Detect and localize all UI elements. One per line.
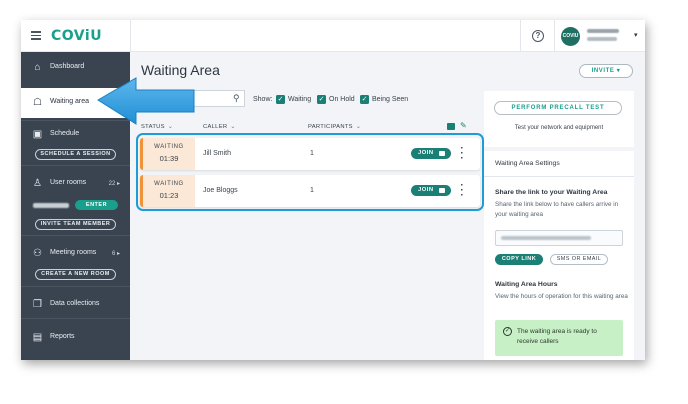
sidebar-item-meeting-rooms[interactable]: ⚇ Meeting rooms 6 ▸: [21, 241, 130, 267]
invite-button[interactable]: INVITE ▾: [579, 64, 633, 78]
chat-icon[interactable]: [447, 123, 455, 130]
link-redacted: [501, 236, 591, 240]
user-name-redacted: [587, 29, 619, 33]
column-header-label: CALLER: [203, 124, 228, 130]
sidebar-item-data-collections[interactable]: ❐ Data collections: [21, 292, 130, 318]
show-filter-label: Show:: [253, 96, 273, 103]
avatar[interactable]: COVIU: [561, 27, 580, 46]
precall-card: [484, 91, 634, 147]
search-icon[interactable]: ⚲: [233, 93, 240, 104]
settings-title: Waiting Area Settings: [495, 160, 560, 167]
waiting-area-icon: ☖: [33, 97, 42, 108]
enter-room-button[interactable]: ENTER: [75, 200, 118, 210]
divider: [21, 286, 130, 287]
user-rooms-count: 22 ▸: [108, 181, 120, 187]
coviu-logo[interactable]: COViU: [51, 28, 102, 44]
filter-label: Waiting: [288, 96, 312, 103]
divider: [21, 318, 130, 319]
divider: [130, 20, 131, 52]
sidebar-item-label: Dashboard: [50, 63, 85, 70]
sidebar-item-label: Reports: [50, 333, 75, 340]
calendar-icon: ▣: [32, 129, 43, 140]
filter-label: Being Seen: [372, 96, 409, 103]
precall-subtitle: Test your network and equipment: [514, 125, 604, 131]
check-circle-icon: ✓: [503, 327, 512, 336]
edit-icon[interactable]: ✎: [460, 121, 467, 130]
column-header-label: PARTICIPANTS: [308, 124, 353, 130]
share-link-description: Share the link below to have callers arr…: [495, 201, 619, 218]
chevron-down-icon[interactable]: ▾: [634, 31, 638, 39]
hamburger-menu-icon[interactable]: [31, 31, 41, 40]
sort-caret-icon: ⌄: [355, 124, 362, 130]
sort-caret-icon: ⌄: [230, 124, 236, 130]
sidebar-item-label: User rooms: [50, 179, 87, 186]
sidebar-item-label: Schedule: [50, 130, 80, 137]
collections-icon: ❐: [33, 299, 42, 310]
divider: [21, 165, 130, 166]
share-link-title: Share the link to your Waiting Area: [495, 189, 608, 196]
sidebar-item-reports[interactable]: ▤ Reports: [21, 325, 130, 351]
hours-title: Waiting Area Hours: [495, 281, 558, 288]
divider: [21, 235, 130, 236]
pointer-arrow-icon: [97, 77, 195, 125]
home-icon: ⌂: [34, 62, 41, 73]
user-org-redacted: [587, 37, 617, 41]
precall-test-button[interactable]: PERFORM PRECALL TEST: [494, 101, 622, 115]
copy-link-button[interactable]: COPY LINK: [495, 254, 543, 265]
caller-column-header[interactable]: CALLER ⌄: [203, 124, 236, 130]
ready-status-text: The waiting area is ready to receive cal…: [517, 328, 597, 345]
room-name-redacted: [33, 203, 69, 208]
create-room-button[interactable]: CREATE A NEW ROOM: [35, 269, 116, 280]
waiting-filter-checkbox[interactable]: ✓: [276, 95, 285, 104]
filter-label: On Hold: [329, 96, 355, 103]
meeting-icon: ⚇: [33, 248, 42, 259]
sidebar-item-label: Waiting area: [50, 98, 90, 105]
sidebar-item-label: Data collections: [50, 300, 100, 307]
user-icon: ♙: [33, 178, 42, 189]
invite-team-member-button[interactable]: INVITE TEAM MEMBER: [35, 219, 116, 230]
top-bar: COViU ? COVIU ▾: [21, 20, 645, 52]
app-window: COViU ? COVIU ▾ ⌂ Dashboard ☖ Waiting ar…: [21, 20, 645, 360]
hours-description: View the hours of operation for this wai…: [495, 293, 628, 300]
divider: [484, 176, 634, 177]
help-icon[interactable]: ?: [532, 30, 544, 42]
participants-column-header[interactable]: PARTICIPANTS ⌄: [308, 124, 361, 130]
meeting-rooms-count: 6 ▸: [111, 251, 120, 257]
reports-icon: ▤: [32, 332, 43, 343]
sidebar-item-user-rooms[interactable]: ♙ User rooms 22 ▸: [21, 171, 130, 197]
sms-or-email-button[interactable]: SMS OR EMAIL: [550, 254, 608, 265]
divider: [554, 20, 555, 52]
schedule-session-button[interactable]: SCHEDULE A SESSION: [35, 149, 116, 160]
divider: [520, 20, 521, 52]
being-seen-filter-checkbox[interactable]: ✓: [360, 95, 369, 104]
on-hold-filter-checkbox[interactable]: ✓: [317, 95, 326, 104]
sidebar-item-label: Meeting rooms: [50, 249, 97, 256]
